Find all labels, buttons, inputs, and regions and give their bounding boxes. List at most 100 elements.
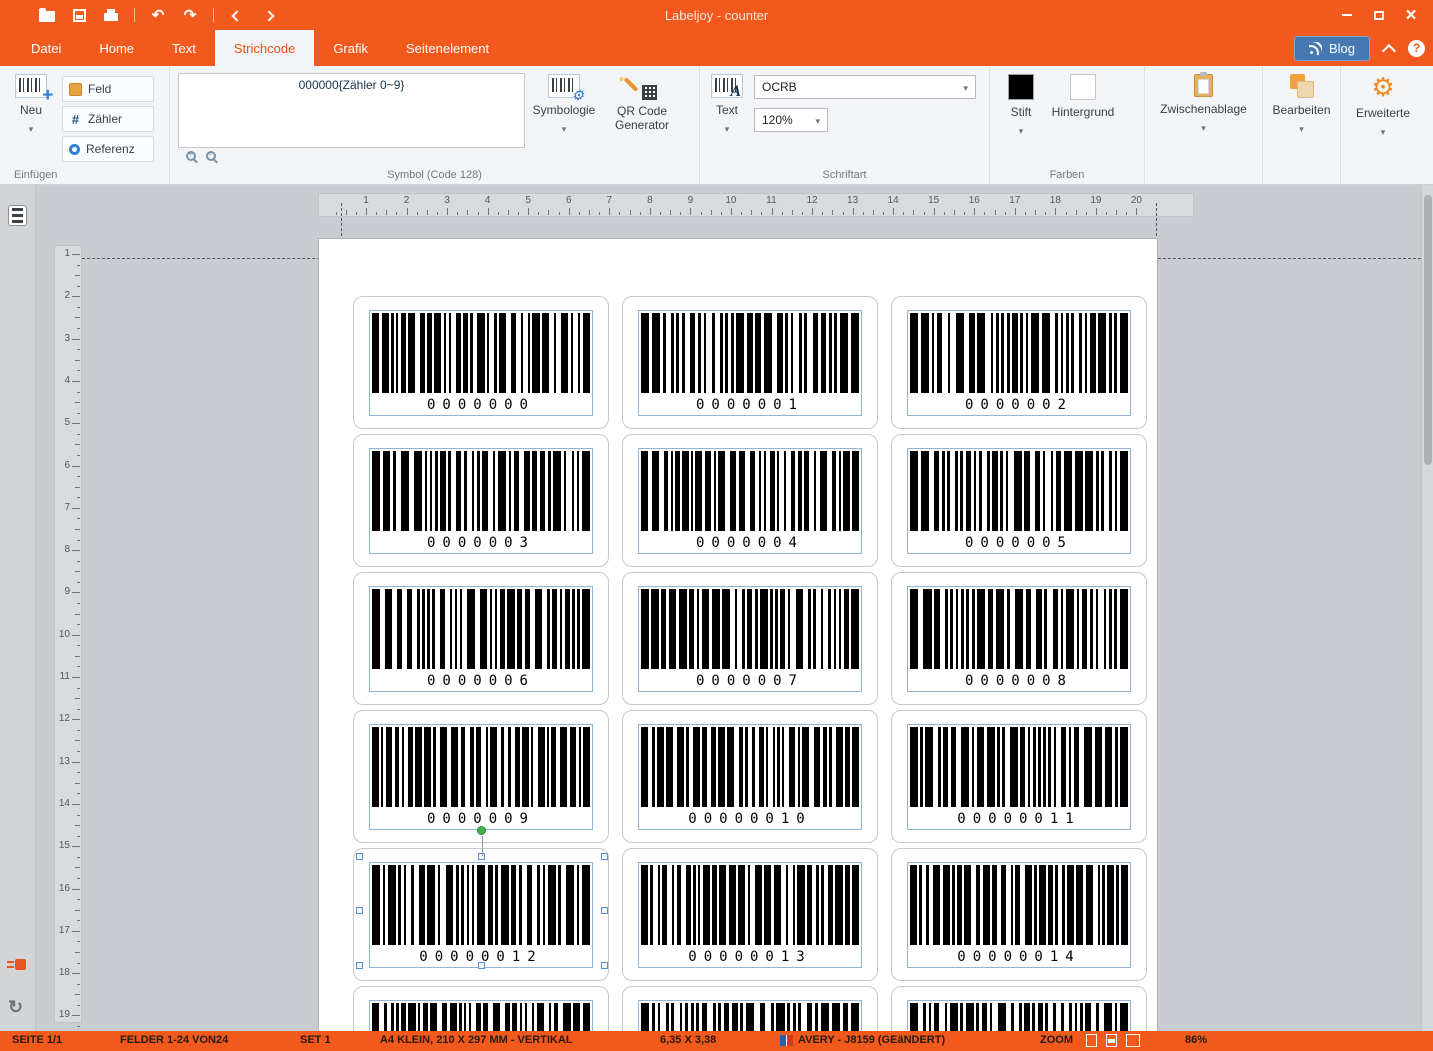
barcode-frame[interactable]: 0000007 bbox=[638, 586, 862, 692]
label-item[interactable] bbox=[622, 986, 878, 1031]
vertical-scrollbar[interactable] bbox=[1421, 185, 1433, 1031]
tab-seitenelement[interactable]: Seitenelement bbox=[387, 30, 508, 66]
label-item[interactable]: 0000002 bbox=[891, 296, 1147, 429]
tab-grafik[interactable]: Grafik bbox=[314, 30, 387, 66]
zoom-in-icon[interactable] bbox=[186, 151, 196, 161]
tab-home[interactable]: Home bbox=[80, 30, 153, 66]
selection-handle[interactable] bbox=[478, 962, 485, 969]
rotation-handle[interactable] bbox=[477, 826, 486, 835]
barcode-frame[interactable] bbox=[369, 1000, 593, 1031]
close-button[interactable] bbox=[1395, 0, 1427, 30]
back-icon[interactable] bbox=[228, 6, 246, 24]
fields-panel-icon[interactable] bbox=[8, 205, 27, 226]
reference-icon bbox=[69, 144, 80, 155]
open-icon[interactable] bbox=[38, 6, 56, 24]
counter-button[interactable]: Zähler bbox=[62, 106, 154, 132]
barcode-text-icon bbox=[711, 74, 743, 98]
refresh-icon[interactable] bbox=[8, 997, 23, 1018]
barcode bbox=[641, 1003, 859, 1031]
page[interactable]: 0000000 0000001 0000002 0000003 0000004 00000… bbox=[318, 238, 1158, 1031]
zwischenablage-button[interactable]: Zwischenablage bbox=[1145, 66, 1263, 184]
redo-icon[interactable] bbox=[181, 6, 199, 24]
font-size-select[interactable]: 120% bbox=[754, 108, 828, 132]
label-item[interactable]: 00000014 bbox=[891, 848, 1147, 981]
reference-button[interactable]: Referenz bbox=[62, 136, 154, 162]
label-item[interactable]: 0000009 bbox=[353, 710, 609, 843]
selection-handle[interactable] bbox=[601, 907, 608, 914]
zoom-out-icon[interactable] bbox=[206, 151, 216, 161]
canvas[interactable]: 1234567891011121314151617181920 12345678… bbox=[36, 185, 1421, 1031]
bearbeiten-button[interactable]: Bearbeiten bbox=[1263, 66, 1341, 184]
help-icon[interactable] bbox=[1408, 40, 1425, 57]
scrollbar-thumb[interactable] bbox=[1424, 195, 1432, 465]
barcode-frame[interactable]: 0000009 bbox=[369, 724, 593, 830]
tab-strichcode[interactable]: Strichcode bbox=[215, 30, 314, 66]
label-item[interactable]: 0000000 bbox=[353, 296, 609, 429]
erweiterte-button[interactable]: Erweiterte bbox=[1341, 66, 1425, 184]
barcode-frame[interactable]: 00000014 bbox=[907, 862, 1131, 968]
barcode-frame[interactable]: 00000013 bbox=[638, 862, 862, 968]
barcode-frame[interactable]: 0000000 bbox=[369, 310, 593, 416]
label-item[interactable]: 00000010 bbox=[622, 710, 878, 843]
font-size-value: 120% bbox=[762, 113, 793, 127]
hintergrund-button[interactable]: Hintergrund bbox=[1052, 66, 1114, 164]
text-button[interactable]: Text bbox=[700, 66, 754, 164]
barcode-frame[interactable]: 0000002 bbox=[907, 310, 1131, 416]
forward-icon[interactable] bbox=[260, 6, 278, 24]
minimize-button[interactable] bbox=[1331, 0, 1363, 30]
barcode-frame[interactable]: 0000001 bbox=[638, 310, 862, 416]
selection-handle[interactable] bbox=[601, 853, 608, 860]
selection-handle[interactable] bbox=[356, 853, 363, 860]
stift-button[interactable]: Stift bbox=[990, 66, 1052, 164]
barcode-frame[interactable]: 00000011 bbox=[907, 724, 1131, 830]
barcode-frame[interactable] bbox=[638, 1000, 862, 1031]
label-item[interactable]: 0000001 bbox=[622, 296, 878, 429]
selection-handle[interactable] bbox=[356, 907, 363, 914]
print-icon[interactable] bbox=[102, 6, 120, 24]
group-symbol: 000000{Zähler 0~9} Symbologie QR Code Ge… bbox=[170, 66, 700, 184]
collapse-ribbon-icon[interactable] bbox=[1382, 43, 1396, 57]
label-item[interactable] bbox=[353, 986, 609, 1031]
qr-generator-button[interactable]: QR Code Generator bbox=[603, 66, 681, 164]
blog-button[interactable]: Blog bbox=[1294, 36, 1370, 61]
field-button[interactable]: Feld bbox=[62, 76, 154, 102]
label-item[interactable]: 0000008 bbox=[891, 572, 1147, 705]
undo-icon[interactable] bbox=[149, 6, 167, 24]
label-item[interactable]: 00000013 bbox=[622, 848, 878, 981]
barcode-frame[interactable]: 00000012 bbox=[369, 862, 593, 968]
selection-handle[interactable] bbox=[601, 962, 608, 969]
zoom-page-icon[interactable] bbox=[1086, 1034, 1097, 1047]
barcode-frame[interactable]: 0000005 bbox=[907, 448, 1131, 554]
barcode-frame[interactable]: 0000008 bbox=[907, 586, 1131, 692]
label-item[interactable]: 0000003 bbox=[353, 434, 609, 567]
barcode-frame[interactable]: 0000003 bbox=[369, 448, 593, 554]
label-item[interactable]: 00000012 bbox=[353, 848, 609, 981]
neu-button[interactable]: Neu bbox=[0, 66, 62, 164]
label-item[interactable]: 0000005 bbox=[891, 434, 1147, 567]
maximize-button[interactable] bbox=[1363, 0, 1395, 30]
barcode-frame[interactable]: 0000006 bbox=[369, 586, 593, 692]
barcode-frame[interactable]: 0000004 bbox=[638, 448, 862, 554]
tab-datei[interactable]: Datei bbox=[12, 30, 80, 66]
font-select[interactable]: OCRB bbox=[754, 75, 976, 99]
zoom-full-icon[interactable] bbox=[1126, 1034, 1140, 1047]
dropdown-caret bbox=[1381, 122, 1386, 140]
label-item[interactable]: 0000004 bbox=[622, 434, 878, 567]
label-item[interactable]: 00000011 bbox=[891, 710, 1147, 843]
barcode-frame[interactable] bbox=[907, 1000, 1131, 1031]
label-item[interactable]: 0000006 bbox=[353, 572, 609, 705]
data-connection-icon[interactable] bbox=[7, 957, 29, 973]
label-item[interactable]: 0000007 bbox=[622, 572, 878, 705]
selection-handle[interactable] bbox=[356, 962, 363, 969]
label-item[interactable] bbox=[891, 986, 1147, 1031]
save-icon[interactable] bbox=[70, 6, 88, 24]
tab-text[interactable]: Text bbox=[153, 30, 215, 66]
symbologie-button[interactable]: Symbologie bbox=[525, 66, 603, 164]
symbol-value-field[interactable]: 000000{Zähler 0~9} bbox=[178, 73, 525, 148]
selection-handle[interactable] bbox=[478, 853, 485, 860]
barcode bbox=[641, 865, 859, 945]
barcode-frame[interactable]: 00000010 bbox=[638, 724, 862, 830]
zoom-width-icon[interactable] bbox=[1106, 1034, 1117, 1047]
barcode-value: 0000008 bbox=[908, 673, 1130, 689]
dropdown-caret bbox=[725, 119, 730, 137]
